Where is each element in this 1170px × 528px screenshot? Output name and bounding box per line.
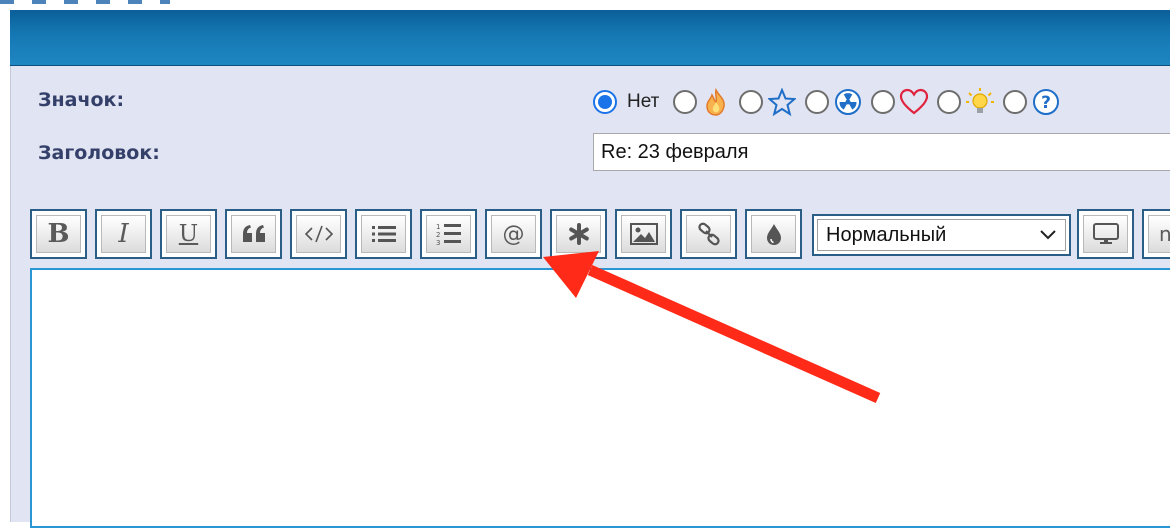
asterisk-icon (568, 223, 589, 245)
radio-star[interactable] (739, 90, 764, 114)
icon-option-none[interactable]: Нет (593, 90, 665, 114)
question-icon: ? (1031, 87, 1061, 117)
image-icon (629, 223, 658, 245)
radiation-icon (833, 87, 863, 117)
radio-heart[interactable] (871, 90, 896, 114)
icon-option-heart[interactable] (871, 87, 929, 117)
icon-option-fire[interactable] (673, 87, 731, 117)
cut-off-button[interactable]: n (1142, 209, 1170, 259)
code-icon (304, 225, 333, 243)
quote-icon (242, 225, 265, 242)
icon-label: Значок: (38, 89, 125, 111)
radio-lightbulb[interactable] (937, 90, 962, 114)
top-strip-links (0, 0, 170, 4)
header-bar (10, 10, 1170, 66)
top-strip (0, 0, 1170, 10)
icon-option-radiation[interactable] (805, 87, 863, 117)
chevron-down-icon (1040, 230, 1056, 240)
cut-off-label: n (1159, 222, 1170, 246)
bold-button[interactable]: B (30, 209, 87, 259)
preview-button[interactable] (1077, 209, 1134, 259)
icon-option-star[interactable] (739, 87, 797, 117)
underline-icon: U (178, 221, 199, 247)
mention-button[interactable]: @ (485, 209, 542, 259)
icon-option-question[interactable]: ? (1003, 87, 1061, 117)
svg-text:?: ? (1041, 93, 1051, 113)
numbered-list-icon: 123 (436, 223, 461, 246)
numbered-list-button[interactable]: 123 (420, 209, 477, 259)
radio-fire[interactable] (673, 90, 698, 114)
svg-text:3: 3 (436, 239, 440, 246)
link-button[interactable] (680, 209, 737, 259)
heart-icon (899, 87, 929, 117)
underline-button[interactable]: U (160, 209, 217, 259)
radio-radiation[interactable] (805, 90, 830, 114)
radio-none[interactable] (593, 90, 617, 114)
image-button[interactable] (615, 209, 672, 259)
icon-option-lightbulb[interactable] (937, 87, 995, 117)
icon-option-none-label: Нет (627, 91, 660, 112)
bold-icon: B (47, 219, 70, 249)
subject-label: Заголовок: (38, 142, 160, 164)
post-icon-options: Нет ? (593, 86, 1069, 118)
drop-icon (766, 224, 781, 245)
subject-input[interactable] (593, 133, 1170, 171)
code-button[interactable] (290, 209, 347, 259)
italic-button[interactable]: I (95, 209, 152, 259)
message-textarea[interactable] (30, 268, 1170, 528)
star-icon (767, 87, 797, 117)
bullet-list-button[interactable] (355, 209, 412, 259)
list-item-button[interactable] (550, 209, 607, 259)
font-size-select[interactable]: Нормальный (812, 214, 1071, 256)
link-icon (697, 222, 720, 246)
font-size-value: Нормальный (826, 223, 947, 246)
quote-button[interactable] (225, 209, 282, 259)
lightbulb-icon (965, 87, 995, 117)
bullet-list-icon (371, 226, 396, 242)
svg-text:2: 2 (436, 231, 440, 239)
at-sign-icon: @ (502, 221, 525, 247)
svg-text:1: 1 (436, 223, 440, 231)
italic-icon: I (118, 219, 129, 249)
monitor-icon (1092, 223, 1119, 244)
fire-icon (701, 87, 731, 117)
color-button[interactable] (745, 209, 802, 259)
radio-question[interactable] (1003, 90, 1028, 114)
